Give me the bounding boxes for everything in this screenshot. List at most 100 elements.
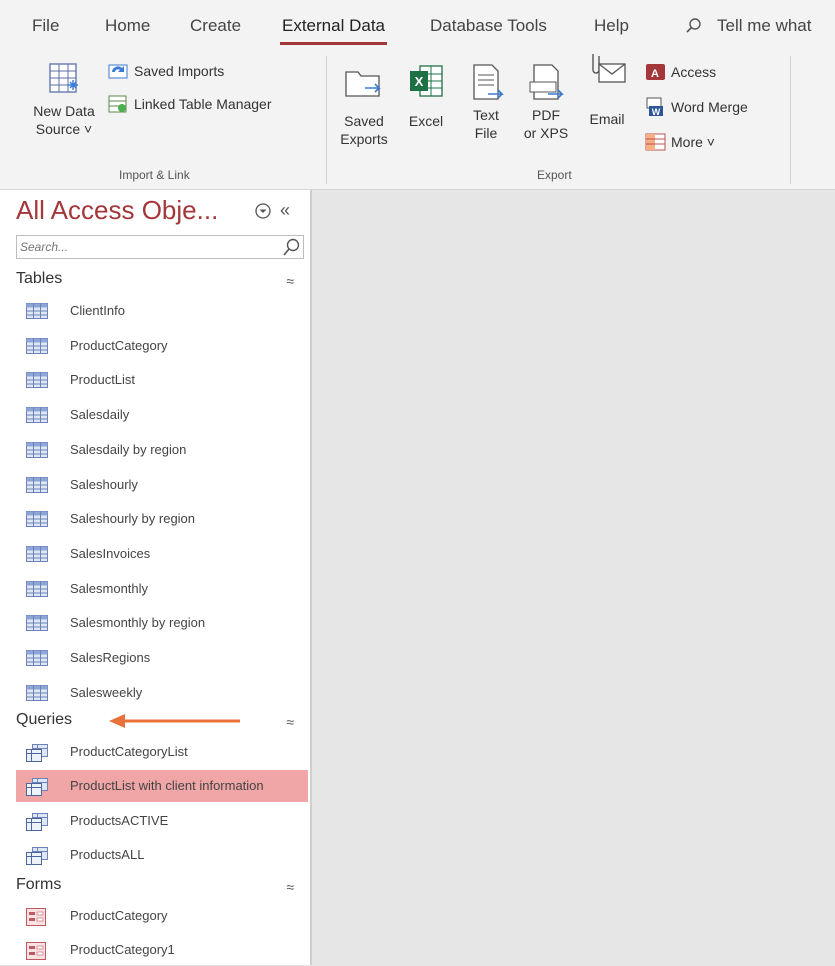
saved-exports-button[interactable]: Saved Exports: [336, 62, 392, 148]
nav-search-input[interactable]: [17, 236, 272, 258]
word-merge-icon: W: [646, 97, 663, 117]
nav-item-label: ProductsACTIVE: [70, 812, 169, 828]
table-icon: [26, 615, 48, 634]
nav-item-queries[interactable]: ProductCategoryList: [16, 736, 308, 768]
export-pdf-xps-button[interactable]: PDF or XPS: [518, 62, 574, 142]
nav-item-label: ProductCategory: [70, 337, 168, 353]
email-label: Email: [589, 111, 625, 127]
nav-item-queries[interactable]: ProductsALL: [16, 839, 308, 871]
nav-item-tables[interactable]: ProductList: [16, 364, 308, 396]
excel-icon: X: [410, 65, 443, 97]
nav-item-tables[interactable]: SalesRegions: [16, 642, 308, 674]
saved-exports-label: Saved Exports: [340, 113, 388, 147]
export-access-button[interactable]: A Access: [645, 62, 716, 82]
text-file-icon: [473, 64, 504, 100]
tab-database-tools[interactable]: Database Tools: [430, 16, 547, 36]
nav-item-queries[interactable]: ProductList with client information: [16, 770, 308, 803]
search-icon[interactable]: [281, 237, 301, 257]
text-file-label: Text File: [473, 107, 499, 141]
search-icon: [686, 18, 701, 33]
nav-item-label: Saleshourly by region: [70, 511, 196, 527]
nav-item-tables[interactable]: ClientInfo: [16, 295, 308, 327]
tab-external-data[interactable]: External Data: [280, 16, 387, 45]
word-merge-label: Word Merge: [671, 99, 748, 115]
nav-item-tables[interactable]: Salesdaily: [16, 399, 308, 431]
saved-imports-label: Saved Imports: [134, 63, 225, 79]
table-icon: [26, 303, 48, 322]
table-icon: [26, 684, 48, 704]
saved-exports-icon: [345, 71, 381, 97]
import-link-group-label: Import & Link: [119, 168, 190, 182]
nav-item-tables[interactable]: SalesInvoices: [16, 538, 308, 570]
query-icon: [26, 812, 48, 834]
saved-imports-icon: [108, 64, 128, 79]
nav-item-tables[interactable]: ProductCategory: [16, 330, 308, 362]
nav-item-label: Salesweekly: [70, 684, 143, 700]
nav-item-label: Salesmonthly: [70, 580, 149, 596]
nav-item-tables[interactable]: Salesdaily by region: [16, 434, 308, 466]
word-merge-button[interactable]: W Word Merge: [645, 96, 748, 118]
nav-item-label: Salesdaily: [70, 407, 130, 423]
table-icon: [26, 441, 48, 461]
nav-item-label: Salesdaily by region: [70, 441, 187, 457]
email-icon: [592, 54, 626, 83]
nav-item-label: Salesmonthly by region: [70, 615, 206, 631]
double-chevron-up-icon[interactable]: ≈: [286, 879, 294, 895]
more-icon: [645, 133, 666, 151]
nav-item-forms[interactable]: ProductCategory: [16, 900, 308, 932]
saved-imports-button[interactable]: Saved Imports: [108, 62, 224, 80]
more-label: More ˅: [671, 134, 715, 150]
tab-help[interactable]: Help: [594, 16, 629, 36]
nav-item-label: ProductCategory1: [70, 942, 175, 957]
tab-home[interactable]: Home: [105, 16, 150, 36]
collapse-pane-icon[interactable]: «: [280, 200, 290, 221]
nav-item-tables[interactable]: Salesmonthly: [16, 573, 308, 605]
forms-group-header[interactable]: Forms ≈: [16, 876, 306, 902]
table-icon: [26, 650, 48, 669]
double-chevron-up-icon[interactable]: ≈: [286, 273, 294, 289]
table-icon: [26, 372, 48, 391]
nav-pane-title[interactable]: All Access Obje...: [16, 195, 218, 226]
circle-chevron-down-icon[interactable]: [254, 202, 272, 220]
export-group-label: Export: [537, 168, 572, 182]
tab-file[interactable]: File: [32, 16, 59, 36]
linked-table-manager-button[interactable]: Linked Table Manager: [108, 94, 272, 114]
nav-item-tables[interactable]: Salesmonthly by region: [16, 607, 308, 639]
new-data-source-icon: [49, 63, 78, 93]
nav-item-queries[interactable]: ProductsACTIVE: [16, 805, 308, 837]
query-icon: [26, 778, 48, 799]
nav-search-box: [16, 235, 304, 259]
linked-table-manager-label: Linked Table Manager: [134, 96, 272, 112]
export-email-button[interactable]: Email: [582, 50, 632, 128]
export-text-file-button[interactable]: Text File: [462, 62, 510, 142]
nav-item-label: ClientInfo: [70, 303, 125, 318]
access-icon: A: [646, 64, 665, 80]
table-icon: [26, 545, 48, 565]
double-chevron-up-icon[interactable]: ≈: [286, 714, 294, 730]
nav-item-tables[interactable]: Saleshourly by region: [16, 503, 308, 535]
form-icon: [26, 908, 46, 929]
nav-item-tables[interactable]: Saleshourly: [16, 469, 308, 501]
workspace-area: [314, 190, 835, 965]
ribbon-separator: [326, 56, 327, 184]
tell-me-box[interactable]: Tell me what: [685, 16, 811, 36]
excel-label: Excel: [408, 113, 444, 129]
table-icon: [26, 476, 48, 496]
new-data-source-button[interactable]: New Data Source ˅: [22, 60, 106, 138]
nav-item-label: Saleshourly: [70, 476, 138, 492]
query-icon: [26, 846, 48, 868]
export-excel-button[interactable]: X Excel: [402, 62, 450, 130]
nav-item-label: SalesRegions: [70, 650, 151, 665]
nav-item-forms[interactable]: ProductCategory1: [16, 934, 308, 966]
navigation-pane: All Access Obje... « Tables ≈ ClientInfo…: [0, 190, 312, 965]
nav-item-label: ProductCategoryList: [70, 744, 188, 759]
tab-create[interactable]: Create: [190, 16, 241, 36]
forms-group-label: Forms: [16, 876, 62, 893]
tables-group-header[interactable]: Tables ≈: [16, 270, 306, 296]
access-label: Access: [671, 64, 717, 80]
more-button[interactable]: More ˅: [645, 132, 715, 152]
nav-item-tables[interactable]: Salesweekly: [16, 677, 308, 709]
queries-group-label: Queries: [16, 711, 73, 728]
tables-group-label: Tables: [16, 270, 63, 287]
form-icon: [26, 942, 46, 963]
